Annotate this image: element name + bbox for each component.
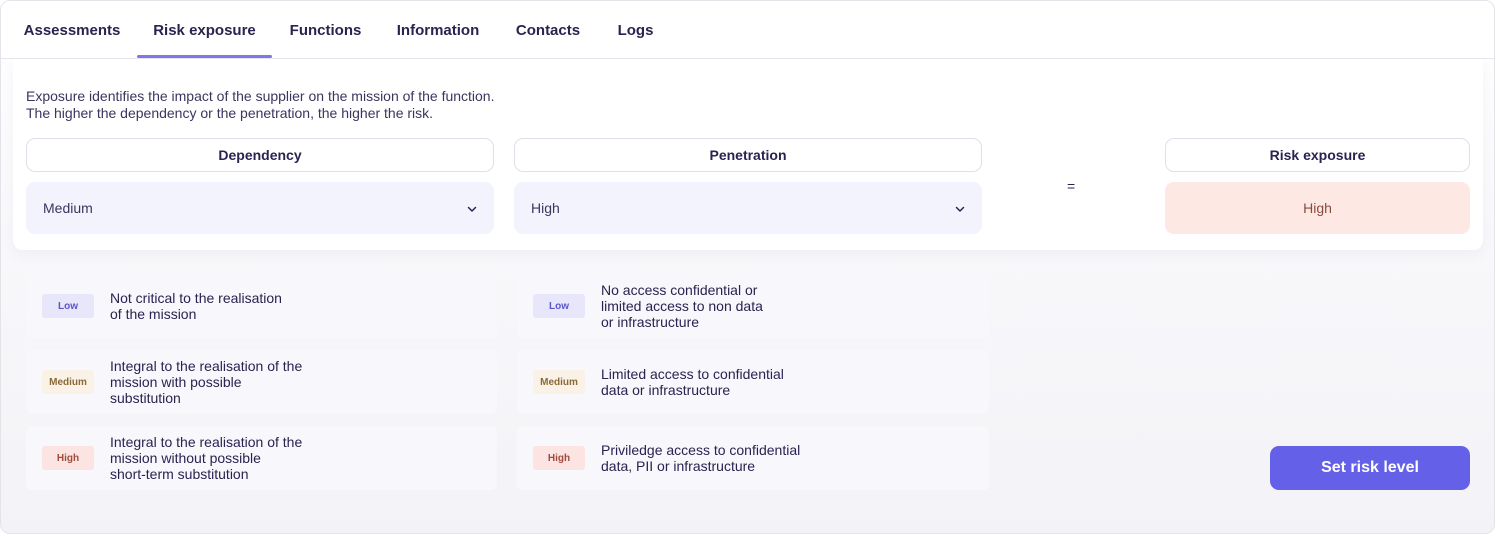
set-risk-level-button[interactable]: Set risk level (1270, 446, 1470, 490)
tab-contacts[interactable]: Contacts (516, 1, 580, 59)
exposure-description: Exposure identifies the impact of the su… (26, 88, 495, 122)
description-line-1: Exposure identifies the impact of the su… (26, 88, 495, 104)
dependency-header: Dependency (26, 138, 494, 172)
level-description: Priviledge access to confidential data, … (601, 442, 801, 474)
dependency-value: Medium (43, 200, 93, 216)
level-description: Integral to the realisation of the missi… (110, 434, 303, 482)
level-badge-medium: Medium (533, 370, 585, 394)
dependency-level-medium: Medium Integral to the realisation of th… (26, 350, 497, 414)
chevron-down-icon (954, 202, 966, 214)
tab-information[interactable]: Information (397, 1, 480, 59)
risk-exposure-value: High (1165, 182, 1470, 234)
dependency-level-high: High Integral to the realisation of the … (26, 426, 497, 490)
tab-bar: Assessments Risk exposure Functions Info… (1, 1, 1494, 59)
tab-risk-exposure[interactable]: Risk exposure (137, 1, 272, 59)
level-description: Not critical to the realisation of the m… (110, 290, 282, 322)
description-line-2: The higher the dependency or the penetra… (26, 105, 434, 121)
chevron-down-icon (466, 202, 478, 214)
penetration-level-low: Low No access confidential or limited ac… (517, 274, 989, 338)
tab-assessments[interactable]: Assessments (24, 1, 121, 59)
penetration-level-medium: Medium Limited access to confidential da… (517, 350, 989, 414)
level-badge-high: High (533, 446, 585, 470)
dependency-select[interactable]: Medium (26, 182, 494, 234)
penetration-header: Penetration (514, 138, 982, 172)
penetration-value: High (531, 200, 560, 216)
level-badge-low: Low (533, 294, 585, 318)
level-description: Limited access to confidential data or i… (601, 366, 784, 398)
level-description: No access confidential or limited access… (601, 282, 763, 330)
equals-sign: = (1067, 178, 1076, 194)
tab-functions[interactable]: Functions (290, 1, 362, 59)
penetration-level-high: High Priviledge access to confidential d… (517, 426, 989, 490)
risk-exposure-panel: Assessments Risk exposure Functions Info… (0, 0, 1495, 534)
level-badge-low: Low (42, 294, 94, 318)
level-description: Integral to the realisation of the missi… (110, 358, 303, 406)
level-badge-high: High (42, 446, 94, 470)
level-badge-medium: Medium (42, 370, 94, 394)
penetration-select[interactable]: High (514, 182, 982, 234)
risk-exposure-header: Risk exposure (1165, 138, 1470, 172)
dependency-level-low: Low Not critical to the realisation of t… (26, 274, 497, 338)
tab-logs[interactable]: Logs (618, 1, 654, 59)
